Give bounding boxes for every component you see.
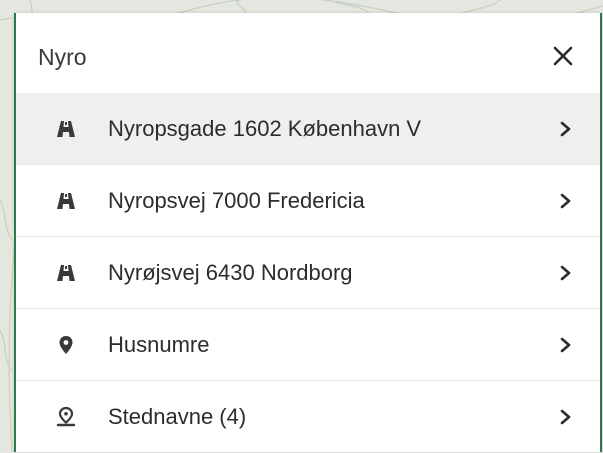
chevron-right-icon: [556, 263, 576, 283]
result-item-nyrojsvej[interactable]: Nyrøjsvej 6430 Nordborg: [16, 237, 600, 309]
map-pin-icon: [54, 333, 78, 357]
chevron-right-icon: [556, 407, 576, 427]
result-item-husnumre[interactable]: Husnumre: [16, 309, 600, 381]
result-label: Stednavne (4): [108, 404, 247, 429]
result-label: Nyrøjsvej 6430 Nordborg: [108, 260, 353, 285]
result-item-nyropsgade[interactable]: Nyropsgade 1602 København V: [16, 93, 600, 165]
road-icon: [54, 117, 78, 141]
result-item-nyropsvej[interactable]: Nyropsvej 7000 Fredericia: [16, 165, 600, 237]
road-icon: [54, 189, 78, 213]
chevron-right-icon: [556, 335, 576, 355]
chevron-right-icon: [556, 191, 576, 211]
result-label: Husnumre: [108, 332, 210, 357]
search-input[interactable]: [38, 39, 518, 75]
road-icon: [54, 261, 78, 285]
close-button[interactable]: [548, 41, 578, 71]
chevron-right-icon: [556, 119, 576, 139]
result-label: Nyropsgade 1602 København V: [108, 116, 422, 141]
close-icon: [553, 46, 573, 66]
place-marker-icon: [54, 405, 78, 429]
result-item-stednavne[interactable]: Stednavne (4): [16, 381, 600, 453]
search-bar: [16, 13, 600, 93]
search-panel: Nyropsgade 1602 København V Nyropsvej 70…: [14, 13, 602, 452]
results-list: Nyropsgade 1602 København V Nyropsvej 70…: [16, 93, 600, 453]
result-label: Nyropsvej 7000 Fredericia: [108, 188, 365, 213]
